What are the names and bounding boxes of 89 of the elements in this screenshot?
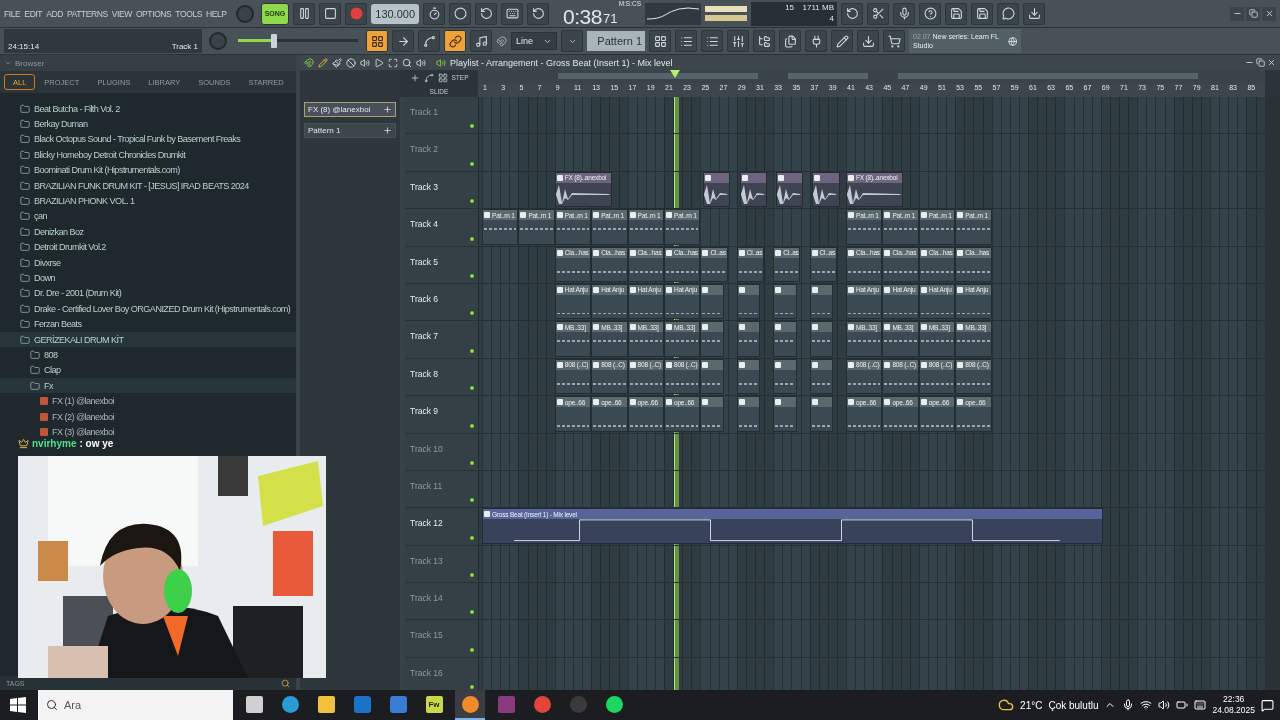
track-header[interactable]: Track 7 bbox=[405, 321, 478, 359]
track-name: Track 5 bbox=[410, 256, 439, 267]
cpu-value: 15 bbox=[784, 2, 795, 14]
tempo-display[interactable]: 130.000 bbox=[371, 3, 420, 24]
folder-item[interactable]: Detroit Drumkit Vol.2 bbox=[34, 242, 106, 253]
pattern-item[interactable]: Pattern 1 bbox=[304, 123, 396, 138]
folder-item[interactable]: Fx bbox=[44, 380, 53, 391]
track-header[interactable]: Track 13 bbox=[405, 545, 478, 584]
weather-text: Çok bulutlu bbox=[1048, 699, 1099, 711]
folder-item[interactable]: Divxrse bbox=[34, 257, 61, 268]
track-header[interactable]: Track 12 bbox=[405, 508, 478, 546]
track-name: Track 10 bbox=[410, 443, 443, 454]
app-icon: Fw bbox=[425, 695, 443, 713]
memory-value: 1711 MB bbox=[801, 2, 835, 14]
menu-item[interactable]: PATTERNS bbox=[66, 8, 108, 19]
sample-item[interactable]: FX (3) @lanexboi bbox=[52, 426, 115, 437]
chat-user: nvirhyme bbox=[32, 438, 77, 449]
snap-dropdown[interactable]: Line bbox=[511, 32, 557, 50]
taskbar-app[interactable]: Fw bbox=[419, 690, 449, 720]
track-header[interactable]: Track 6 bbox=[405, 283, 478, 322]
track-name: Track 15 bbox=[410, 630, 443, 641]
menu-item[interactable]: TOOLS bbox=[175, 8, 203, 19]
track-header[interactable]: Track 10 bbox=[405, 433, 478, 471]
track-header[interactable]: Track 3 bbox=[405, 171, 478, 210]
folder-item[interactable]: BRAZILIAN PHONK VOL. 1 bbox=[34, 196, 135, 207]
track-header[interactable]: Track 15 bbox=[405, 620, 478, 658]
search-field[interactable]: Ara bbox=[38, 690, 233, 720]
track-name: Track 4 bbox=[410, 219, 439, 230]
folder-item[interactable]: çan bbox=[34, 211, 47, 222]
track-header[interactable]: Track 2 bbox=[405, 134, 478, 172]
track-header[interactable]: Track 5 bbox=[405, 246, 478, 284]
search-placeholder: Ara bbox=[64, 699, 82, 711]
folder-item[interactable]: Black Octopus Sound - Tropical Funk by Basement Freaks bbox=[34, 134, 241, 145]
folder-item[interactable]: BRAZILIAN FUNK DRUM KIT - [JESUS] IRAD BEATS 2024 bbox=[34, 180, 249, 191]
folder-item[interactable]: Berkay Duman bbox=[34, 119, 88, 130]
pattern-item[interactable]: FX (8) @lanexboi bbox=[304, 102, 396, 117]
pattern-selector[interactable]: Pattern 1 bbox=[587, 31, 645, 51]
track-header[interactable]: Track 14 bbox=[405, 583, 478, 621]
menu-item[interactable]: EDIT bbox=[24, 8, 43, 19]
folder-item[interactable]: Denizkan Boz bbox=[34, 226, 84, 237]
track-name: Track 14 bbox=[410, 593, 443, 604]
track-name: Track 12 bbox=[410, 518, 443, 529]
track-name: Track 13 bbox=[410, 555, 443, 566]
folder-item[interactable]: Boominati Drum Kit (Hipstrumentals.com) bbox=[34, 165, 180, 176]
sample-item[interactable]: FX (1) @lanexboi bbox=[52, 396, 115, 407]
menu-item[interactable]: HELP bbox=[206, 8, 227, 19]
clock-date: 24.08.2025 bbox=[1212, 705, 1255, 716]
hint-target: Track 1 bbox=[171, 42, 198, 51]
clock[interactable]: 22:36 24.08.2025 bbox=[1212, 694, 1255, 716]
track-name: Track 8 bbox=[410, 368, 439, 379]
track-name: Track 16 bbox=[410, 667, 443, 678]
menu-item[interactable]: FILE bbox=[4, 8, 21, 19]
folder-item[interactable]: Clap bbox=[44, 365, 61, 376]
track-name: Track 3 bbox=[410, 181, 439, 192]
folder-item[interactable]: Dr. Dre - 2001 (Drum Kit) bbox=[34, 288, 122, 299]
folder-item[interactable]: GERİZEKALI DRUM KİT bbox=[34, 334, 124, 345]
menu-item[interactable]: VIEW bbox=[111, 8, 132, 19]
track-header[interactable]: Track 11 bbox=[405, 470, 478, 509]
playlist-title: Playlist - Arrangement - Gross Beat (Insert 1) - Mix level bbox=[450, 57, 673, 68]
folder-item[interactable]: Drake - Certified Lover Boy ORGANIZED Drum Kit (Hipstrumentals.com) bbox=[34, 303, 291, 314]
folder-item[interactable]: Blicky Homeboy Detroit Chronicles Drumkit bbox=[34, 149, 186, 160]
folder-item[interactable]: Beat Butcha - Filth Vol. 2 bbox=[34, 103, 120, 114]
chat-message: : ow ye bbox=[79, 438, 114, 449]
menu-item[interactable]: ADD bbox=[46, 8, 63, 19]
track-name: Track 1 bbox=[410, 107, 439, 117]
temperature: 21°C bbox=[1020, 699, 1043, 711]
track-header[interactable]: Track 9 bbox=[405, 396, 478, 434]
clock-time: 22:36 bbox=[1223, 694, 1245, 705]
polyphony-value: 4 bbox=[828, 13, 835, 25]
folder-item[interactable]: Down bbox=[34, 273, 56, 283]
track-name: Track 9 bbox=[410, 406, 439, 417]
track-name: Track 2 bbox=[410, 144, 439, 155]
time-fraction: 71 bbox=[602, 9, 618, 28]
track-header[interactable]: Track 8 bbox=[405, 358, 478, 397]
track-header[interactable]: Track 1 bbox=[405, 97, 478, 135]
pattern-name: FX (8) @lanexboi bbox=[308, 105, 371, 114]
track-header[interactable]: Track 16 bbox=[405, 657, 478, 690]
track-name: Track 7 bbox=[410, 331, 439, 342]
folder-item[interactable]: 808 bbox=[44, 349, 58, 360]
browser-title: Browser bbox=[15, 58, 45, 68]
folder-item[interactable]: Ferzan Beats bbox=[34, 319, 82, 330]
track-name: Track 11 bbox=[410, 480, 443, 491]
pattern-name: Pattern 1 bbox=[308, 126, 341, 135]
time-value: 0:38 bbox=[563, 5, 602, 28]
sample-item[interactable]: FX (2) @lanexboi bbox=[52, 411, 115, 422]
track-name: Track 6 bbox=[410, 293, 439, 304]
menu-item[interactable]: OPTIONS bbox=[135, 8, 172, 19]
hint-time: 24:15:14 bbox=[8, 42, 40, 51]
track-header[interactable]: Track 4 bbox=[405, 209, 478, 247]
